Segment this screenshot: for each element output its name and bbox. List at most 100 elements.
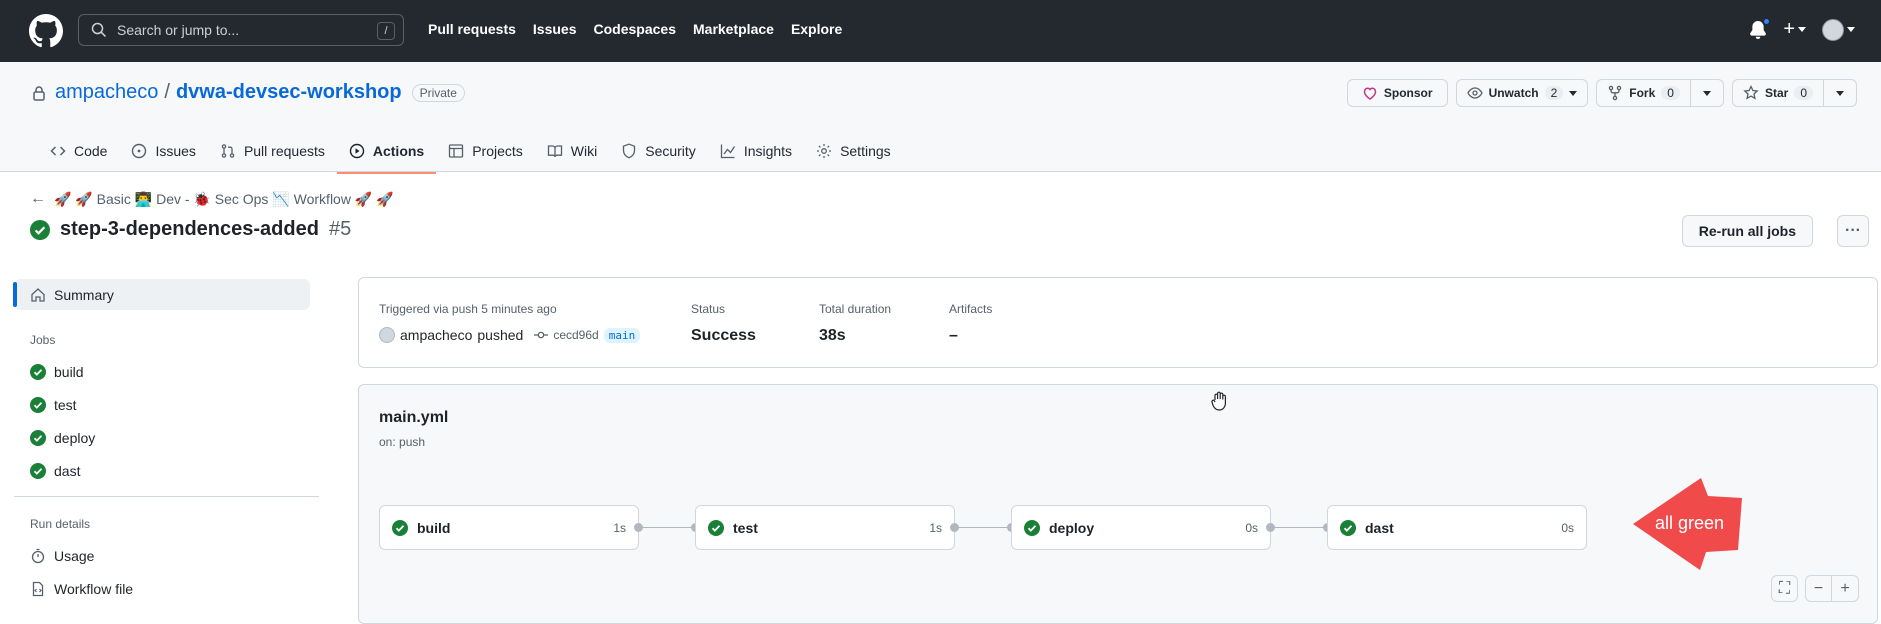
tab-label: Issues (155, 142, 196, 159)
user-menu-dropdown[interactable] (1822, 18, 1855, 41)
chevron-down-icon (1836, 90, 1844, 96)
tab-pull-requests[interactable]: Pull requests (208, 140, 337, 172)
star-button-group: Star 0 (1731, 79, 1857, 107)
shield-icon (623, 143, 636, 159)
artifacts-value: – (949, 327, 958, 344)
nav-pull-requests[interactable]: Pull requests (428, 21, 516, 37)
annotation-arrow: all green (1633, 478, 1742, 570)
job-name: dast (1365, 519, 1394, 536)
tab-label: Actions (372, 142, 425, 159)
star-button[interactable]: Star 0 (1731, 79, 1824, 107)
commit-sha-link[interactable]: cecd96d (553, 328, 598, 342)
tab-label: Pull requests (243, 142, 325, 159)
job-name: build (417, 519, 451, 536)
branch-label[interactable]: main (603, 327, 641, 343)
run-details-heading: Run details (30, 517, 91, 531)
avatar (1822, 18, 1844, 41)
tab-label: Security (645, 142, 696, 159)
more-options-button[interactable]: ··· (1837, 215, 1869, 247)
jobs-heading: Jobs (30, 333, 56, 347)
fork-button-group: Fork 0 (1596, 79, 1724, 107)
back-arrow-icon[interactable]: ← (30, 190, 46, 208)
issue-icon (132, 143, 147, 158)
nav-issues[interactable]: Issues (533, 21, 577, 37)
repo-tabs: Code Issues Pull requests Actions Projec… (38, 140, 903, 174)
fork-button[interactable]: Fork 0 (1596, 79, 1691, 107)
fullscreen-button[interactable]: ⛶ (1771, 575, 1798, 602)
star-dropdown-button[interactable] (1824, 79, 1857, 107)
tab-security[interactable]: Security (609, 140, 708, 172)
tab-code[interactable]: Code (38, 140, 119, 172)
global-search-input[interactable]: Search or jump to... / (78, 14, 404, 46)
tab-wiki[interactable]: Wiki (535, 140, 609, 172)
tab-label: Wiki (570, 142, 598, 159)
home-icon (31, 287, 45, 302)
graph-job-test[interactable]: test 1s (695, 505, 955, 550)
chevron-down-icon (1702, 90, 1711, 96)
tab-actions[interactable]: Actions (336, 140, 437, 174)
book-icon (547, 144, 562, 157)
duration-info: Total duration 38s (819, 302, 891, 345)
tab-label: Projects (472, 142, 523, 159)
status-info: Status Success (691, 302, 756, 345)
check-circle-fill-icon (30, 462, 46, 479)
graph-job-deploy[interactable]: deploy 0s (1011, 505, 1271, 550)
graph-job-build[interactable]: build 1s (379, 505, 639, 550)
fork-dropdown-button[interactable] (1690, 79, 1724, 107)
repo-name-link[interactable]: dvwa-devsec-workshop (176, 81, 402, 104)
create-new-dropdown[interactable]: + (1783, 18, 1806, 41)
zoom-in-button[interactable]: + (1832, 575, 1859, 602)
sidebar-item-summary[interactable]: Summary (13, 279, 310, 310)
commit-icon (534, 331, 549, 339)
sidebar-item-usage[interactable]: Usage (14, 539, 319, 572)
nav-explore[interactable]: Explore (791, 21, 842, 37)
chevron-down-icon (1569, 90, 1578, 96)
tab-insights[interactable]: Insights (708, 140, 804, 172)
stopwatch-icon (31, 548, 45, 563)
sidebar-item-label: build (54, 363, 84, 380)
chevron-down-icon (1847, 27, 1855, 32)
code-icon (50, 145, 66, 156)
run-number: #5 (328, 218, 352, 240)
sidebar-item-label: Usage (54, 547, 95, 564)
status-label: Status (691, 302, 726, 316)
check-circle-fill-icon (708, 519, 724, 536)
pull-request-icon (221, 143, 235, 158)
workflow-link[interactable]: 🚀 🚀 Basic 👨‍💻 Dev - 🐞 Sec Ops 📉 Workflow… (54, 191, 394, 208)
rerun-all-jobs-button[interactable]: Re-run all jobs (1681, 215, 1813, 247)
tab-settings[interactable]: Settings (804, 140, 903, 172)
repo-owner-link[interactable]: ampacheco (55, 81, 158, 104)
graph-job-dast[interactable]: dast 0s (1327, 505, 1587, 550)
tab-projects[interactable]: Projects (436, 140, 535, 172)
graph-fullscreen-control: ⛶ (1771, 575, 1798, 602)
job-name: deploy (1049, 519, 1095, 536)
watch-button[interactable]: Unwatch 2 (1455, 79, 1589, 107)
job-duration: 0s (1561, 520, 1574, 535)
minus-icon: − (1813, 579, 1824, 597)
nav-codespaces[interactable]: Codespaces (594, 21, 676, 37)
sidebar-job-deploy[interactable]: deploy (14, 421, 319, 454)
repo-actions: Sponsor Unwatch 2 Fork 0 Star 0 (1346, 79, 1857, 107)
github-logo-icon[interactable] (29, 14, 63, 48)
trigger-label: Triggered via push 5 minutes ago (379, 302, 557, 316)
sidebar-job-build[interactable]: build (14, 355, 319, 388)
check-circle-fill-icon (30, 363, 46, 380)
nav-marketplace[interactable]: Marketplace (693, 21, 774, 37)
sidebar-item-workflow-file[interactable]: Workflow file (14, 572, 319, 605)
tab-label: Settings (840, 142, 891, 159)
star-label: Star (1764, 86, 1789, 100)
sponsor-button[interactable]: Sponsor (1346, 79, 1448, 107)
trigger-info: Triggered via push 5 minutes ago ampache… (379, 302, 641, 343)
actor-link[interactable]: ampacheco (400, 327, 472, 343)
zoom-out-button[interactable]: − (1805, 575, 1832, 602)
graph-zoom-controls: − + (1805, 575, 1859, 602)
sidebar-item-label: dast (54, 462, 81, 479)
eye-icon (1466, 87, 1483, 99)
tab-issues[interactable]: Issues (119, 140, 207, 172)
sidebar-job-dast[interactable]: dast (14, 454, 319, 487)
notification-indicator (1762, 16, 1772, 26)
sidebar-item-label: deploy (54, 429, 96, 446)
fullscreen-icon: ⛶ (1778, 579, 1791, 597)
notifications-bell-icon[interactable] (1749, 16, 1772, 40)
sidebar-job-test[interactable]: test (14, 388, 319, 421)
